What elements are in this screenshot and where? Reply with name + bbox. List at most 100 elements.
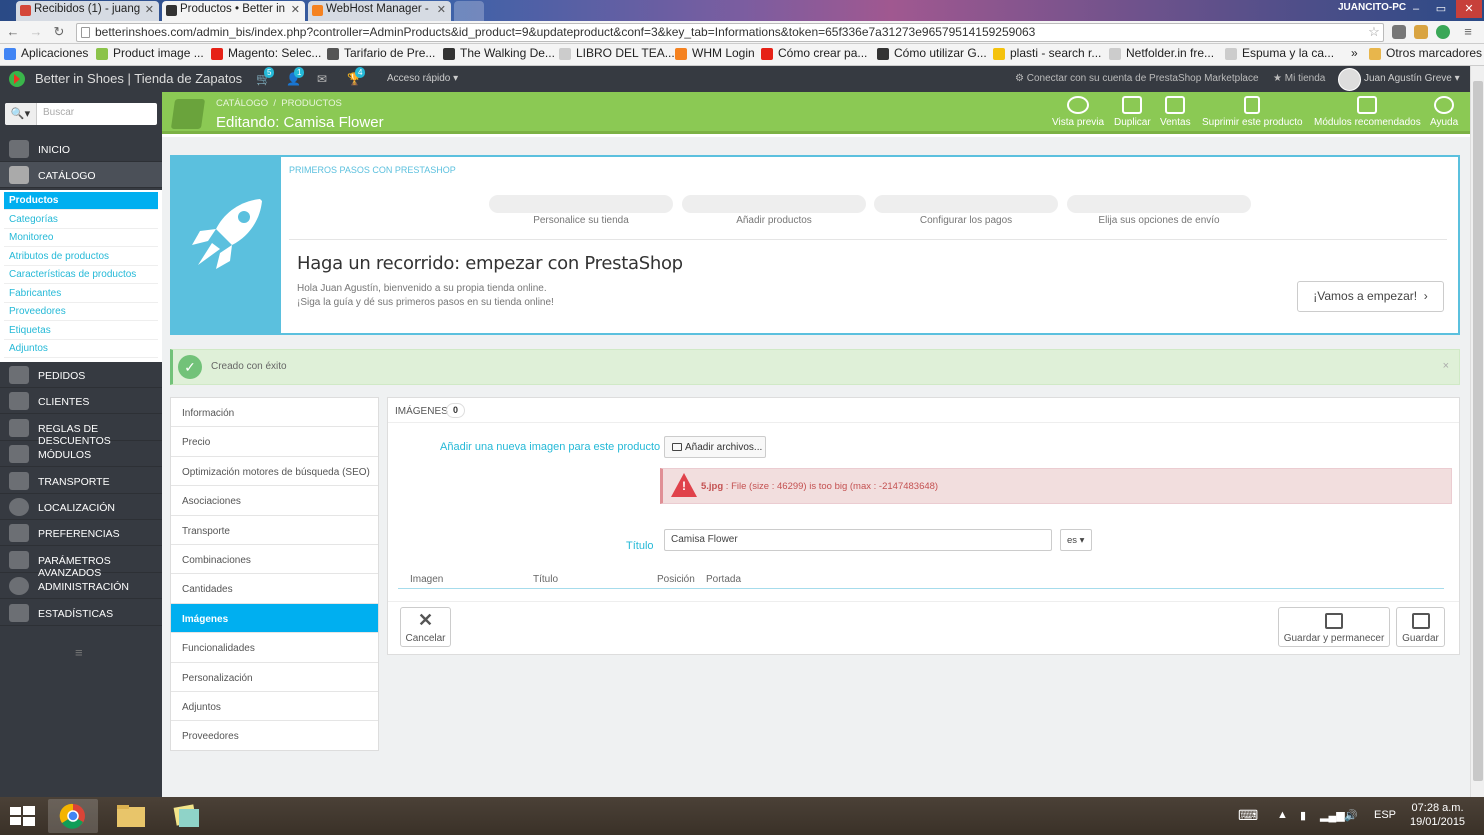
tab-imagenes[interactable]: Imágenes [171,603,378,634]
bookmark-item[interactable]: Cómo utilizar G... [877,46,987,60]
search-icon[interactable]: 🔍▾ [5,103,37,125]
network-icon[interactable]: ▂▄▆ [1320,809,1345,822]
tab-combinaciones[interactable]: Combinaciones [171,545,378,575]
input-language[interactable]: ESP [1374,809,1396,821]
sidebar-item-catalogo[interactable]: CATÁLOGO [0,162,162,188]
sidebar-item-transporte[interactable]: TRANSPORTE [0,468,162,494]
tab-transporte[interactable]: Transporte [171,516,378,545]
tab-funcionalidades[interactable]: Funcionalidades [171,633,378,663]
avatar[interactable] [1338,68,1361,91]
tab-cantidades[interactable]: Cantidades [171,574,378,604]
keyboard-icon[interactable]: ⌨ [1238,807,1258,824]
tab-asociaciones[interactable]: Asociaciones [171,486,378,516]
breadcrumb-productos[interactable]: PRODUCTOS [281,98,342,109]
submenu-proveedores[interactable]: Proveedores [4,303,158,321]
submenu-fabricantes[interactable]: Fabricantes [4,285,158,303]
help-button[interactable]: Ayuda [1430,96,1458,128]
user-icon[interactable]: 👤 1 [286,67,305,86]
sales-button[interactable]: Ventas [1160,96,1191,128]
url-field[interactable]: betterinshoes.com/admin_bis/index.php?co… [76,23,1384,42]
prestashop-logo[interactable] [8,70,26,88]
collapse-menu-icon[interactable]: ≡ [75,645,83,660]
trophy-icon[interactable]: 🏆 4 [347,67,366,86]
scrollbar-thumb[interactable] [1473,81,1483,781]
my-shop-link[interactable]: ★ Mi tienda [1273,73,1325,84]
new-tab-button[interactable] [454,1,484,21]
explorer-taskbar-button[interactable] [106,799,156,833]
browser-tab-webhost[interactable]: WebHost Manager - ✕ [308,1,451,21]
reload-icon[interactable]: ↻ [51,24,67,40]
sidebar-item-descuentos[interactable]: REGLAS DE DESCUENTOS [0,415,162,447]
sidebar-item-localizacion[interactable]: LOCALIZACIÓN [0,494,162,520]
notes-taskbar-button[interactable] [162,799,212,833]
save-and-stay-button[interactable]: Guardar y permanecer [1278,607,1390,647]
bookmark-item[interactable]: Magento: Selec... [211,46,321,60]
tab-personalizacion[interactable]: Personalización [171,663,378,692]
chrome-taskbar-button[interactable] [48,799,98,833]
bookmark-item[interactable]: The Walking De... [443,46,555,60]
browser-tab-gmail[interactable]: Recibidos (1) - juang ✕ [16,1,159,21]
bookmark-item[interactable]: WHM Login [675,46,755,60]
recommended-modules-button[interactable]: Módulos recomendados [1314,96,1421,128]
extension-icon[interactable] [1392,25,1406,39]
quick-access-dropdown[interactable]: Acceso rápido ▾ [387,73,458,84]
minimize-icon[interactable]: – [1405,0,1427,18]
cancel-button[interactable]: ✕ Cancelar [400,607,451,647]
windows-start-icon[interactable] [8,805,36,827]
submenu-atributos[interactable]: Atributos de productos [4,248,158,266]
bookmark-item[interactable]: Tarifario de Pre... [327,46,435,60]
marketplace-connect-link[interactable]: ⚙ Conectar con su cuenta de PrestaShop M… [1015,73,1259,84]
sidebar-item-estadisticas[interactable]: ESTADÍSTICAS [0,600,162,626]
user-menu[interactable]: Juan Agustín Greve ▾ [1364,73,1460,84]
sidebar-item-pedidos[interactable]: PEDIDOS [0,362,162,388]
submenu-adjuntos[interactable]: Adjuntos [4,340,158,358]
preview-button[interactable]: Vista previa [1052,96,1104,128]
envelope-icon[interactable]: ✉ [317,72,327,86]
search-input[interactable]: Buscar [43,107,74,118]
close-tab-icon[interactable]: ✕ [145,3,154,16]
menu-icon[interactable]: ≡ [1460,24,1476,40]
submenu-productos[interactable]: Productos [4,192,158,210]
shop-name[interactable]: Better in Shoes | Tienda de Zapatos [35,71,242,86]
bookmark-item[interactable]: Aplicaciones [4,46,88,60]
star-icon[interactable]: ☆ [1366,24,1382,40]
bookmark-item[interactable]: Espuma y la ca... [1225,46,1334,60]
page-scrollbar[interactable] [1470,66,1484,797]
tab-seo[interactable]: Optimización motores de búsqueda (SEO) [171,457,378,487]
submenu-categorias[interactable]: Categorías [4,211,158,229]
system-clock[interactable]: 07:28 a.m. 19/01/2015 [1410,801,1465,829]
sidebar-item-modulos[interactable]: MÓDULOS [0,441,162,468]
bookmark-item[interactable]: Cómo crear pa... [761,46,867,60]
sidebar-item-clientes[interactable]: CLIENTES [0,388,162,415]
extension-icon[interactable] [1414,25,1428,39]
bookmark-item[interactable]: plasti - search r... [993,46,1101,60]
show-hidden-icons[interactable]: ▲ [1277,809,1288,821]
maximize-icon[interactable]: ▭ [1430,0,1452,18]
submenu-caracteristicas[interactable]: Características de productos [4,266,158,284]
sidebar-item-inicio[interactable]: INICIO [0,136,162,162]
bookmark-item[interactable]: Netfolder.in fre... [1109,46,1214,60]
bookmark-folder[interactable]: Otros marcadores [1369,46,1482,60]
tab-precio[interactable]: Precio [171,427,378,457]
cart-icon[interactable]: 🛒 5 [256,67,275,86]
forward-icon[interactable]: → [28,24,44,40]
save-button[interactable]: Guardar [1396,607,1445,647]
add-files-button[interactable]: Añadir archivos... [664,436,766,458]
bookmark-item[interactable]: LIBRO DEL TEA... [559,46,675,60]
close-window-icon[interactable]: ✕ [1456,0,1482,18]
close-icon[interactable]: × [1443,360,1449,372]
breadcrumb-catalogo[interactable]: CATÁLOGO [216,98,268,109]
tab-informacion[interactable]: Información [171,398,378,428]
bookmark-item[interactable]: Product image ... [96,46,204,60]
extension-icon[interactable] [1436,25,1450,39]
bookmarks-overflow[interactable]: » [1335,46,1358,60]
submenu-etiquetas[interactable]: Etiquetas [4,322,158,340]
volume-icon[interactable]: 🔊 [1344,809,1358,822]
delete-product-button[interactable]: Suprimir este producto [1202,96,1303,128]
back-icon[interactable]: ← [5,24,21,40]
close-tab-icon[interactable]: ✕ [437,3,446,16]
image-title-input[interactable]: Camisa Flower [664,529,1052,551]
browser-tab-productos[interactable]: Productos • Better in ✕ [162,1,305,21]
start-tour-button[interactable]: ¡Vamos a empezar! › [1297,281,1444,312]
submenu-monitoreo[interactable]: Monitoreo [4,229,158,247]
